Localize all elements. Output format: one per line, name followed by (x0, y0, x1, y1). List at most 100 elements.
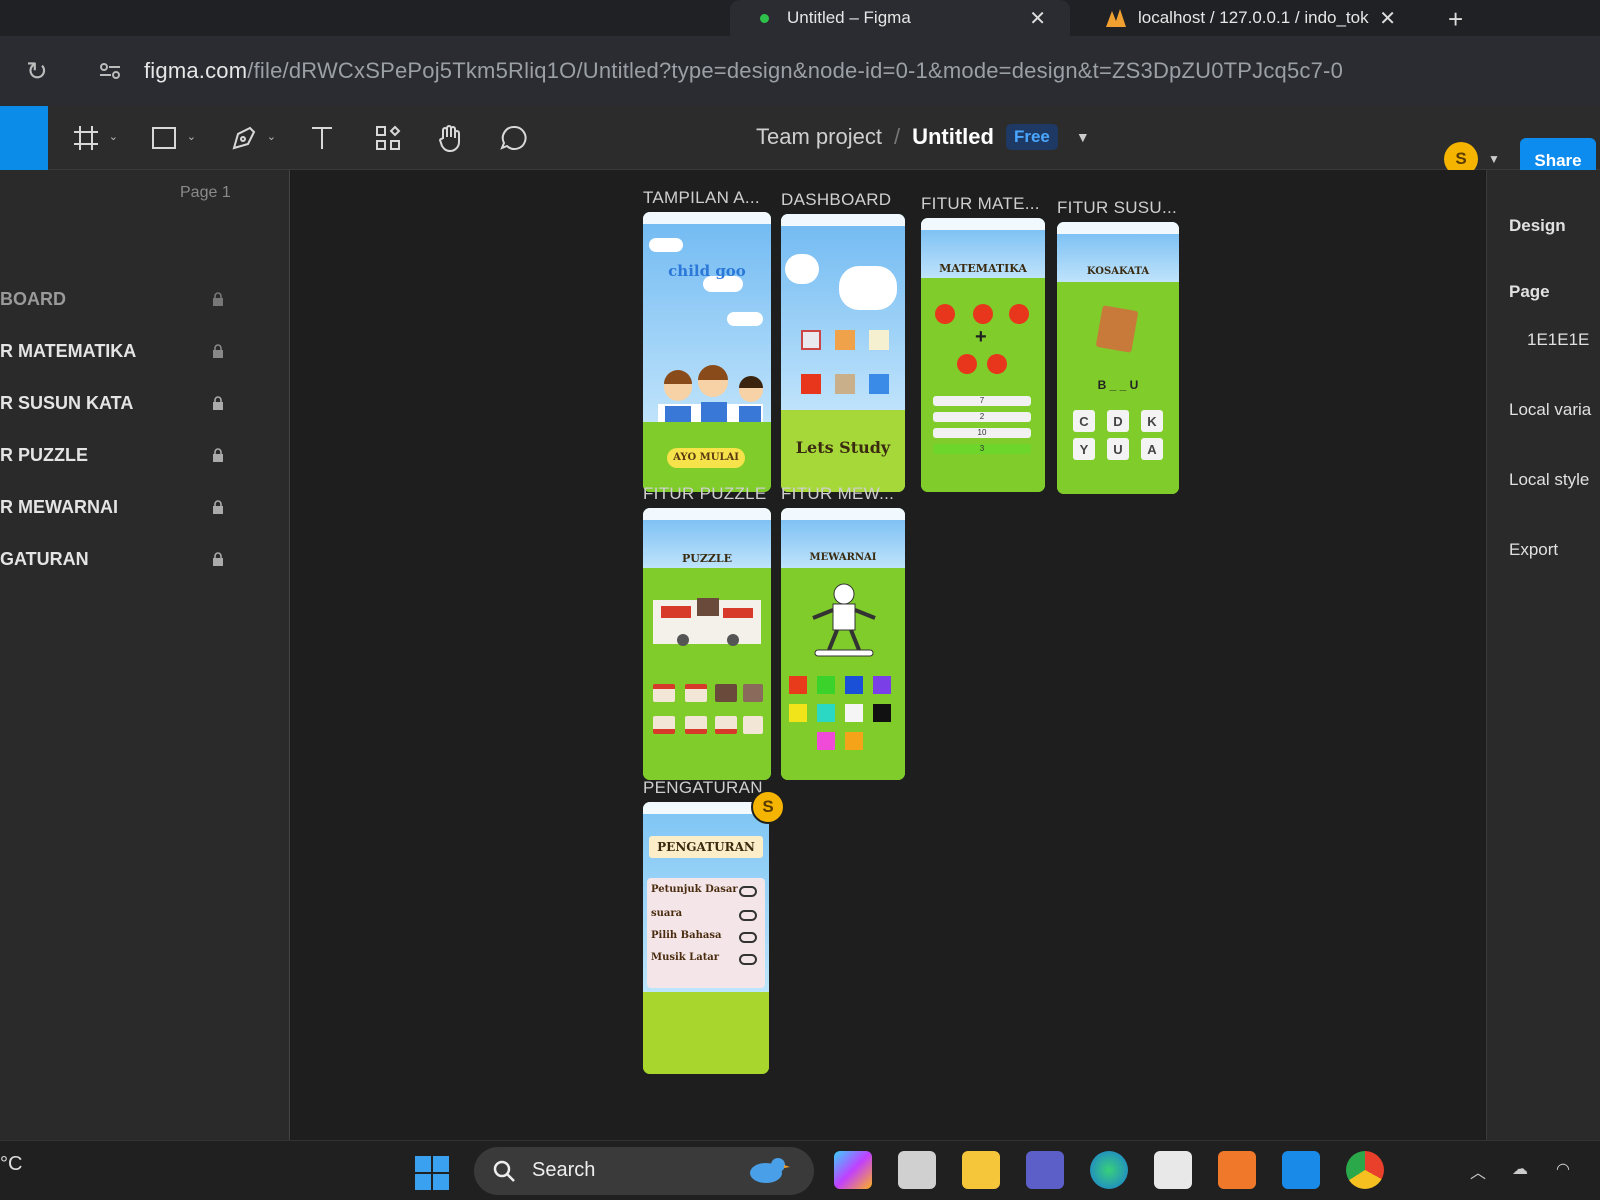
frame-mewarnai[interactable]: MEWARNAI (781, 508, 905, 780)
close-tab-icon[interactable]: ✕ (1379, 6, 1396, 31)
settings-row-label: Pilih Bahasa (651, 930, 722, 941)
menu-tile (835, 330, 855, 350)
wifi-icon[interactable]: ◠ (1556, 1159, 1570, 1179)
frame-matematika[interactable]: MATEMATIKA + 7 2 10 3 (921, 218, 1045, 492)
microsoft-store-icon[interactable] (1154, 1151, 1192, 1189)
search-icon (493, 1160, 515, 1182)
components-icon (376, 125, 401, 150)
windows-start-icon[interactable] (414, 1155, 450, 1191)
page-color-value[interactable]: 1E1E1E (1527, 330, 1589, 350)
chevron-down-icon: ⌄ (266, 131, 276, 143)
move-tool-button[interactable] (0, 106, 48, 170)
puzzle-board (653, 598, 761, 646)
layer-item-dashboard[interactable]: BOARD (0, 284, 240, 314)
lock-icon[interactable] (212, 500, 224, 514)
color-swatch (817, 704, 835, 722)
frame-title[interactable]: TAMPILAN A... (643, 188, 760, 208)
text-tool-button[interactable] (304, 120, 340, 156)
design-canvas[interactable]: TAMPILAN A... child goo AYO MULAI DASHBO… (291, 170, 1485, 1140)
weather-widget[interactable]: °C (0, 1153, 22, 1176)
plan-badge[interactable]: Free (1005, 124, 1058, 150)
color-swatch (817, 732, 835, 750)
hand-icon (438, 125, 460, 153)
frame-title[interactable]: PENGATURAN (643, 778, 763, 798)
layer-label: GATURAN (0, 548, 89, 569)
layer-item-pengaturan[interactable]: GATURAN (0, 544, 240, 574)
local-variables-button[interactable]: Local varia (1509, 400, 1591, 420)
layer-item-mewarnai[interactable]: R MEWARNAI (0, 492, 240, 522)
color-swatch (845, 676, 863, 694)
letter-tile: A (1141, 438, 1163, 460)
letter-tile: D (1107, 410, 1129, 432)
layer-item-matematika[interactable]: R MATEMATIKA (0, 336, 240, 366)
page-item[interactable]: Page 1 (180, 184, 231, 202)
settings-row: Pilih Bahasa (651, 930, 761, 948)
new-tab-icon[interactable]: + (1448, 4, 1463, 35)
file-explorer-icon[interactable] (962, 1151, 1000, 1189)
toggle-icon (739, 954, 757, 965)
tab-localhost[interactable]: localhost / 127.0.0.1 / indo_tok ✕ (1090, 0, 1420, 36)
chrome-icon[interactable] (1346, 1151, 1384, 1189)
collaborator-cursor-avatar: S (751, 790, 785, 824)
layer-label: R MEWARNAI (0, 496, 118, 517)
comment-tool-button[interactable] (496, 120, 532, 156)
frame-puzzle[interactable]: PUZZLE (643, 508, 771, 780)
frame-title[interactable]: FITUR MEW... (781, 484, 894, 504)
file-menu-chevron-icon[interactable]: ▼ (1076, 129, 1090, 145)
lock-icon[interactable] (212, 448, 224, 462)
lock-icon[interactable] (212, 292, 224, 306)
frame-title[interactable]: FITUR PUZZLE (643, 484, 767, 504)
lock-icon[interactable] (212, 396, 224, 410)
kosakata-title: KOSAKATA (1086, 266, 1150, 277)
frame-susun-kata[interactable]: KOSAKATA B _ _ U C D K Y U A (1057, 222, 1179, 494)
frame-tampilan-awal[interactable]: child goo AYO MULAI (643, 212, 771, 492)
xampp-icon[interactable] (1218, 1151, 1256, 1189)
edge-icon[interactable] (1090, 1151, 1128, 1189)
reload-icon[interactable]: ↻ (26, 56, 48, 87)
vscode-icon[interactable] (1282, 1151, 1320, 1189)
layer-label: R MATEMATIKA (0, 340, 137, 361)
frame-title[interactable]: FITUR MATE... (921, 194, 1040, 214)
export-heading[interactable]: Export (1509, 540, 1558, 560)
project-name[interactable]: Team project (756, 124, 882, 150)
frame-tool-button[interactable]: ⌄ (68, 120, 118, 156)
settings-row: suara (651, 908, 761, 926)
lock-icon[interactable] (212, 552, 224, 566)
url-field[interactable]: figma.com/file/dRWCxSPePoj5Tkm5Rliq1O/Un… (144, 58, 1343, 84)
teams-icon[interactable] (1026, 1151, 1064, 1189)
layer-item-puzzle[interactable]: R PUZZLE (0, 440, 240, 470)
show-hidden-icons-chevron-icon[interactable]: ︿ (1470, 1159, 1486, 1183)
copilot-icon[interactable] (834, 1151, 872, 1189)
figma-tab-indicator (760, 13, 769, 23)
site-settings-icon[interactable] (98, 62, 122, 80)
layer-item-susun-kata[interactable]: R SUSUN KATA (0, 388, 240, 418)
frame-title[interactable]: DASHBOARD (781, 190, 891, 210)
frame-dashboard[interactable]: Lets Study (781, 214, 905, 492)
shape-tool-button[interactable]: ⌄ (146, 120, 196, 156)
tab-design[interactable]: Design (1509, 216, 1566, 236)
browser-tab-bar: Untitled – Figma ✕ localhost / 127.0.0.1… (0, 0, 1600, 36)
menu-tile (869, 330, 889, 350)
tab-label: localhost / 127.0.0.1 / indo_tok (1138, 8, 1369, 27)
settings-row-label: Musik Latar (651, 952, 720, 963)
address-bar: ↻ figma.com/file/dRWCxSPePoj5Tkm5Rliq1O/… (0, 36, 1600, 106)
hand-tool-button[interactable] (432, 120, 468, 156)
resources-tool-button[interactable] (370, 120, 406, 156)
close-tab-icon[interactable]: ✕ (1029, 6, 1046, 31)
pen-icon (232, 126, 256, 150)
task-view-icon[interactable] (898, 1151, 936, 1189)
frame-pengaturan[interactable]: PENGATURAN Petunjuk Dasar suara Pilih Ba… (643, 802, 769, 1074)
onedrive-icon[interactable]: ☁ (1512, 1159, 1528, 1179)
chevron-down-icon[interactable]: ▼ (1488, 152, 1500, 166)
taskbar-search[interactable]: Search (474, 1147, 814, 1195)
lock-icon[interactable] (212, 344, 224, 358)
pen-tool-button[interactable]: ⌄ (226, 120, 276, 156)
breadcrumb: Team project / Untitled Free ▼ (756, 124, 1090, 150)
settings-row-label: Petunjuk Dasar (651, 884, 738, 895)
frame-title[interactable]: FITUR SUSU... (1057, 198, 1177, 218)
windows-taskbar: °C Search ︿ ☁ ◠ (0, 1140, 1600, 1200)
letter-tile: U (1107, 438, 1129, 460)
tab-figma[interactable]: Untitled – Figma ✕ (730, 0, 1070, 36)
figma-toolbar: ⌄ ⌄ ⌄ Team project / Untitled Free ▼ (0, 106, 1600, 170)
file-name[interactable]: Untitled (912, 124, 994, 150)
